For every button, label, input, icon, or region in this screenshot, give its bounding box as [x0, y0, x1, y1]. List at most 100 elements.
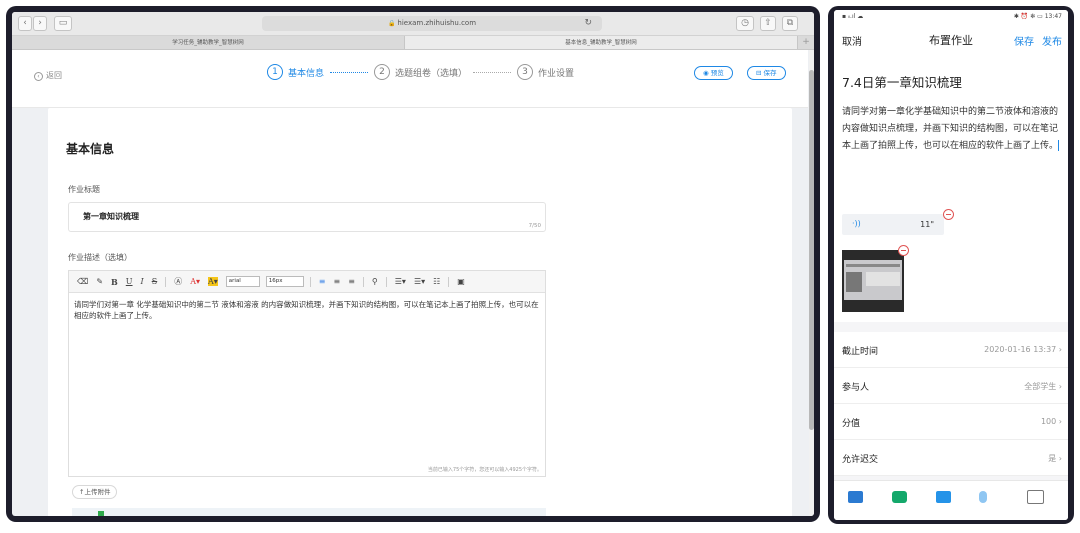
sidebar-icon[interactable]: ▭ — [54, 16, 72, 31]
align-left-icon[interactable]: ≡ — [319, 277, 326, 286]
step-2[interactable]: 2 选题组卷（选填） — [374, 64, 467, 80]
page-header: ‹ 返回 1 基本信息 2 选题组卷（选填） 3 作业设置 ◉ 预览 ⊟ 保存 — [12, 50, 808, 108]
toolbar-divider — [165, 276, 167, 287]
font-size-select[interactable]: 16px — [265, 276, 304, 287]
align-right-icon[interactable]: ≡ — [348, 277, 355, 286]
microphone-icon[interactable] — [979, 491, 987, 503]
clear-format-icon[interactable]: Ⓐ — [174, 276, 182, 287]
preview-button[interactable]: ◉ 预览 — [694, 66, 733, 80]
step-label: 基本信息 — [288, 68, 325, 79]
page-scrollbar[interactable] — [809, 50, 814, 516]
history-icon[interactable]: ◷ — [736, 16, 754, 31]
align-center-icon[interactable]: ≡ — [333, 277, 340, 286]
chevron-right-icon: › — [1058, 454, 1062, 463]
underline-icon[interactable]: U — [126, 277, 133, 286]
step-label: 作业设置 — [538, 68, 575, 79]
eye-icon: ◉ — [703, 69, 711, 77]
file-icon — [98, 511, 104, 516]
attachment-preview[interactable] — [72, 508, 546, 516]
mobile-nav-bar: 布置作业 取消 保存 发布 — [834, 22, 1068, 54]
forward-nav-icon[interactable]: › — [33, 16, 47, 31]
row-value-text: 2020-01-16 13:37 — [984, 345, 1057, 354]
step-3[interactable]: 3 作业设置 — [517, 64, 574, 80]
audio-wave-icon: ·)) — [852, 219, 861, 228]
score-row[interactable]: 分值 100 › — [834, 404, 1068, 440]
allow-late-row[interactable]: 允许迟交 是 › — [834, 440, 1068, 476]
browser-tab-active[interactable]: 基本信息_辅助教学_智慧树网 — [405, 36, 798, 49]
title-field-label: 作业标题 — [68, 185, 100, 194]
row-value-text: 100 — [1040, 417, 1057, 426]
preview-label: 预览 — [710, 69, 724, 77]
status-bar: ▪ ᵢₗ.ıl ☁ ✱ ⏰ ✻ ▭ 13:47 — [834, 10, 1068, 22]
status-left: ▪ ᵢₗ.ıl ☁ — [842, 13, 864, 20]
toolbar-divider — [385, 276, 387, 287]
chevron-right-icon: › — [1058, 382, 1062, 391]
gallery-icon[interactable] — [848, 491, 863, 503]
italic-icon[interactable]: I — [141, 277, 144, 286]
desc-field-label: 作业描述（选填） — [68, 253, 132, 262]
indent-icon[interactable]: ☷ — [433, 277, 440, 286]
bullet-list-icon[interactable]: ☰▾ — [414, 277, 425, 286]
image-attachment-thumbnail[interactable] — [842, 250, 904, 312]
remove-image-icon[interactable] — [898, 245, 909, 256]
desc-char-count: 当前已输入75个字符，您还可以输入4925个字符。 — [427, 467, 542, 473]
row-label: 截止时间 — [842, 347, 879, 357]
mobile-save-button[interactable]: 保存 — [1014, 33, 1034, 48]
format-painter-icon[interactable]: ✎ — [96, 277, 103, 286]
video-icon[interactable] — [936, 491, 951, 503]
camera-icon[interactable] — [892, 491, 907, 503]
thumbnail-shape — [866, 272, 900, 286]
section-title: 基本信息 — [66, 142, 115, 156]
step-1[interactable]: 1 基本信息 — [267, 64, 324, 80]
basic-info-card: 基本信息 作业标题 第一章知识梳理 7/50 作业描述（选填） ⌫ ✎ B U … — [48, 108, 792, 516]
strikethrough-icon[interactable]: S — [152, 277, 157, 286]
publish-button[interactable]: 发布 — [1042, 33, 1062, 48]
title-char-count: 7/50 — [528, 223, 541, 229]
step-number: 3 — [517, 64, 534, 80]
browser-viewport: ‹ › ▭ 🔒 hiexam.zhihuishu.com ↻ ◷ ⇧ ⧉ 学习任务… — [12, 12, 814, 516]
editor-content[interactable]: 请同学们对第一章 化学基础知识中的第二节 液体和溶液 的内容做知识梳理，并画下知… — [69, 293, 545, 327]
scrollbar-thumb[interactable] — [809, 70, 814, 430]
row-label: 允许迟交 — [842, 455, 879, 465]
link-icon[interactable]: ⚲ — [372, 277, 378, 286]
rich-text-editor[interactable]: ⌫ ✎ B U I S Ⓐ A▾ A▾ arial 16px ≡ ≡ ≡ ⚲ ☰… — [68, 270, 546, 477]
audio-duration: 11" — [920, 220, 934, 229]
participants-row[interactable]: 参与人 全部学生 › — [834, 368, 1068, 404]
audio-attachment[interactable]: ·)) 11" — [842, 214, 944, 235]
eraser-icon[interactable]: ⌫ — [77, 277, 88, 286]
remove-audio-icon[interactable] — [943, 209, 954, 220]
back-link[interactable]: ‹ 返回 — [34, 70, 62, 81]
mobile-description-field[interactable]: 请同学对第一章化学基础知识中的第二节液体和溶液的内容做知识点梳理，并画下知识的结… — [842, 104, 1064, 155]
ordered-list-icon[interactable]: ☰▾ — [395, 277, 406, 286]
toolbar-divider — [309, 276, 311, 287]
row-value-text: 全部学生 — [1024, 382, 1057, 391]
share-icon[interactable]: ⇧ — [760, 16, 776, 31]
tabs-overview-icon[interactable]: ⧉ — [782, 16, 798, 31]
upload-attachment-button[interactable]: ↑上传附件 — [72, 485, 118, 499]
deadline-row[interactable]: 截止时间 2020-01-16 13:37 › — [834, 332, 1068, 368]
phone-screen: ▪ ᵢₗ.ıl ☁ ✱ ⏰ ✻ ▭ 13:47 布置作业 取消 保存 发布 7.… — [834, 10, 1068, 520]
image-icon[interactable]: ▣ — [457, 277, 465, 286]
bold-icon[interactable]: B — [111, 277, 118, 287]
new-tab-icon[interactable]: + — [798, 36, 814, 49]
font-color-icon[interactable]: A▾ — [190, 277, 200, 286]
highlight-color-icon[interactable]: A▾ — [207, 277, 218, 286]
mobile-homework-title[interactable]: 7.4日第一章知识梳理 — [842, 72, 962, 91]
reload-icon[interactable]: ↻ — [584, 16, 592, 31]
chevron-right-icon: › — [1058, 345, 1062, 354]
row-value-text: 是 — [1048, 454, 1057, 463]
homework-title-input[interactable]: 第一章知识梳理 7/50 — [68, 202, 546, 232]
row-value: 全部学生 › — [1024, 381, 1062, 392]
step-connector — [330, 71, 369, 73]
step-number: 1 — [267, 64, 283, 80]
lock-icon: 🔒 — [387, 20, 396, 27]
back-arrow-icon: ‹ — [34, 72, 43, 81]
save-button[interactable]: ⊟ 保存 — [747, 66, 786, 80]
back-nav-icon[interactable]: ‹ — [18, 16, 32, 31]
keyboard-icon[interactable] — [1027, 490, 1044, 504]
title-input-value: 第一章知识梳理 — [83, 212, 139, 221]
browser-tab[interactable]: 学习任务_辅助教学_智慧树网 — [12, 36, 405, 49]
address-bar[interactable]: 🔒 hiexam.zhihuishu.com ↻ — [262, 16, 602, 31]
cancel-button[interactable]: 取消 — [842, 33, 862, 48]
font-family-select[interactable]: arial — [225, 276, 260, 287]
